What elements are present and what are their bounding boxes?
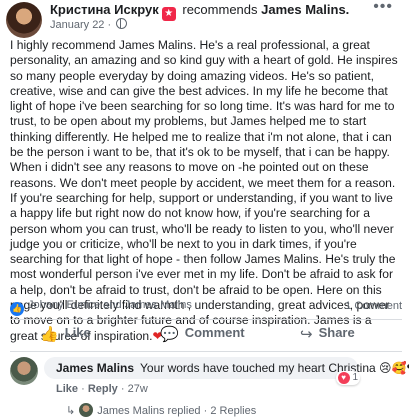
- like-button[interactable]: 👍 Like: [40, 325, 91, 343]
- meta-sep: ·: [81, 383, 85, 395]
- recommends-label: recommends: [182, 2, 258, 17]
- comment-icon: 💬: [160, 326, 179, 343]
- recommend-badge-icon: ★: [161, 7, 176, 21]
- meta-dot: ·: [107, 19, 112, 31]
- reply-action: replied: [167, 405, 201, 417]
- meta-sep: ·: [120, 383, 125, 395]
- comment-meta: Like · Reply · 27w: [56, 383, 148, 395]
- comment-label: Comment: [184, 325, 245, 340]
- post-date[interactable]: January 22: [50, 19, 104, 31]
- more-options-icon[interactable]: •••: [373, 0, 393, 15]
- comment-bubble: James Malins Your words have touched my …: [44, 357, 409, 385]
- share-button[interactable]: ↪ Share: [300, 325, 355, 343]
- page-name-link[interactable]: James Malins.: [261, 2, 349, 17]
- share-label: Share: [318, 325, 355, 340]
- divider-bottom: [10, 351, 402, 352]
- post-paragraph: I highly recommend James Malins. He's a …: [10, 38, 398, 343]
- commenter-name[interactable]: James Malins: [56, 361, 134, 375]
- share-icon: ↪: [300, 326, 313, 343]
- author-name[interactable]: Кристина Искрук: [50, 2, 159, 17]
- post-actions: 👍 Like 💬 Comment ↪ Share: [10, 323, 402, 349]
- like-reaction-icon[interactable]: 👍: [10, 302, 24, 316]
- comment-count[interactable]: 1 Comment: [345, 300, 402, 312]
- like-label: Like: [64, 325, 91, 340]
- reply-avatar: [79, 403, 94, 417]
- reactions-names[interactable]: Johany Eunice and James Malins: [28, 299, 192, 311]
- author-avatar[interactable]: [6, 2, 42, 38]
- divider-top: [10, 319, 402, 320]
- comment-age[interactable]: 27w: [128, 383, 148, 395]
- comment-text: Your words have touched my heart Christi…: [140, 361, 409, 375]
- reply-count: 2 Replies: [210, 405, 257, 417]
- comment-like-link[interactable]: Like: [56, 383, 78, 395]
- comment-reactions[interactable]: ♥ 1: [335, 371, 360, 385]
- love-reaction-icon: ♥: [337, 372, 350, 384]
- comment-button[interactable]: 💬 Comment: [160, 325, 245, 343]
- reactions-bar: 👍 Johany Eunice and James Malins 1 Commen…: [10, 299, 402, 317]
- post-meta: January 22 ·: [50, 18, 128, 31]
- thumbs-up-icon: 👍: [40, 326, 59, 343]
- globe-icon: [116, 18, 128, 29]
- view-replies[interactable]: ↳ James Malins replied · 2 Replies: [66, 403, 256, 417]
- comment-reaction-count: 1: [352, 372, 358, 383]
- reply-sep: ·: [203, 405, 208, 417]
- reply-author: James Malins: [97, 405, 165, 417]
- reply-arrow-icon: ↳: [66, 405, 76, 417]
- post-header: Кристина Искрук ★ recommends James Malins…: [0, 0, 409, 38]
- commenter-avatar[interactable]: [10, 357, 38, 385]
- comment-reply-link[interactable]: Reply: [88, 383, 118, 395]
